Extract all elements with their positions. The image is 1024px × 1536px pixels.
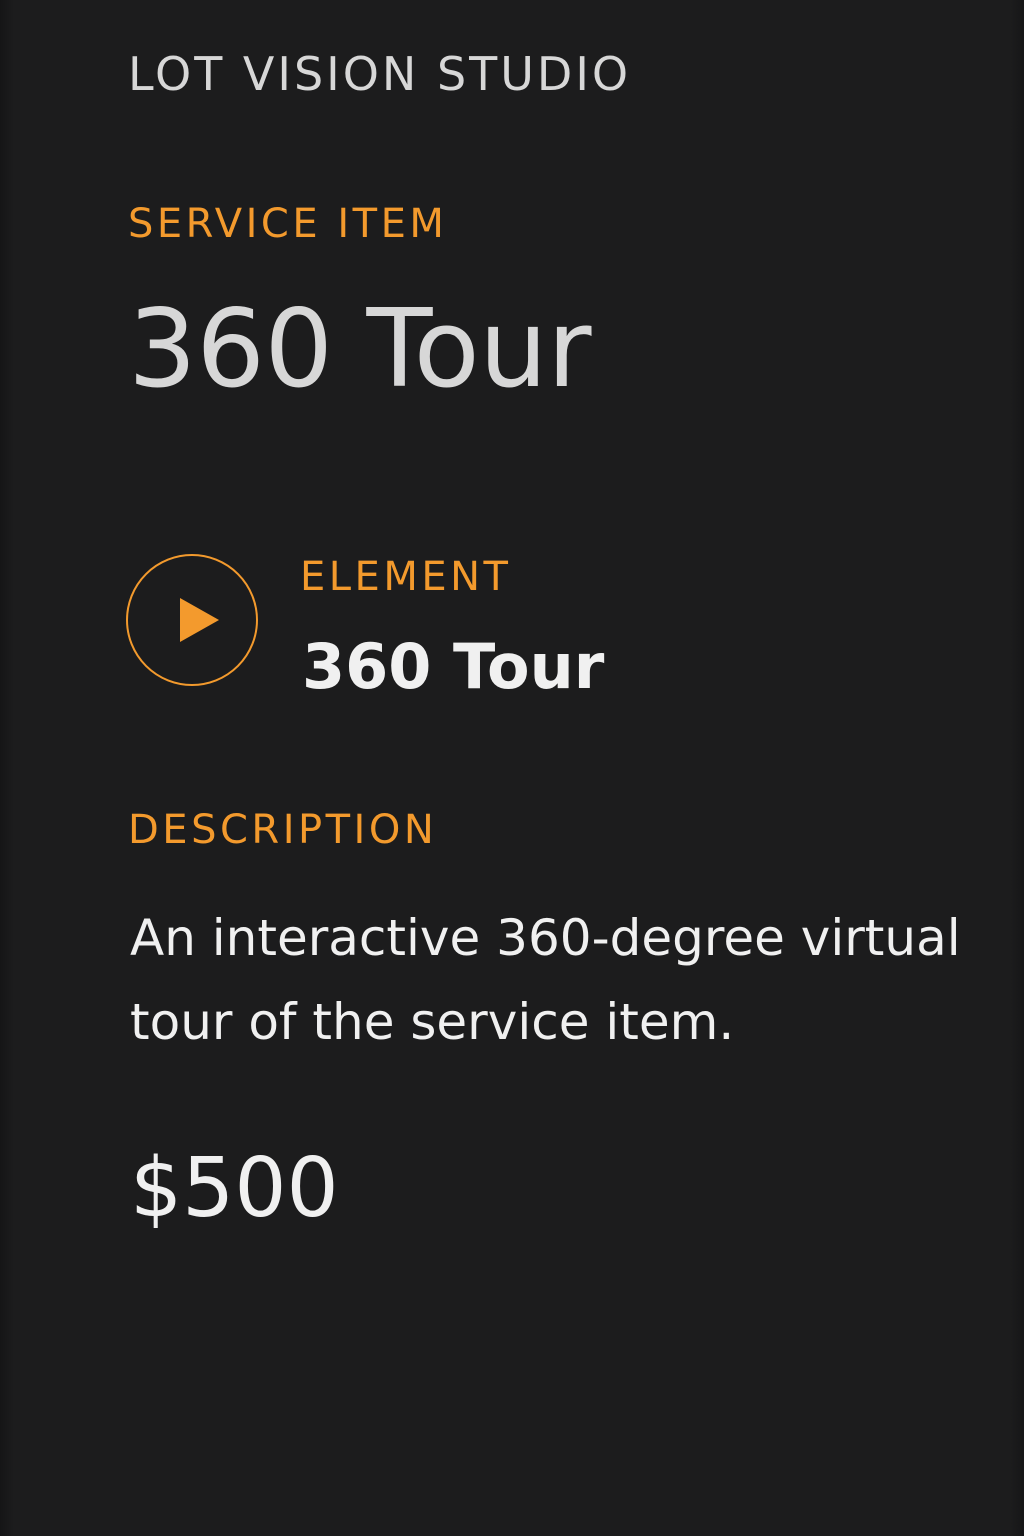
element-row: ELEMENT 360 Tour (126, 554, 826, 703)
brand-name: LOT VISION STUDIO (128, 47, 632, 101)
service-item-title: 360 Tour (128, 287, 592, 412)
description-label: DESCRIPTION (128, 807, 438, 853)
service-item-label: SERVICE ITEM (128, 201, 448, 247)
play-icon (180, 598, 219, 642)
element-value: 360 Tour (302, 630, 605, 703)
description-text: An interactive 360-degree virtual tour o… (130, 909, 961, 1051)
element-label: ELEMENT (300, 554, 512, 600)
play-button[interactable] (126, 554, 258, 686)
service-item-page: LOT VISION STUDIO SERVICE ITEM 360 Tour … (0, 0, 1024, 1536)
price: $500 (130, 1141, 339, 1236)
